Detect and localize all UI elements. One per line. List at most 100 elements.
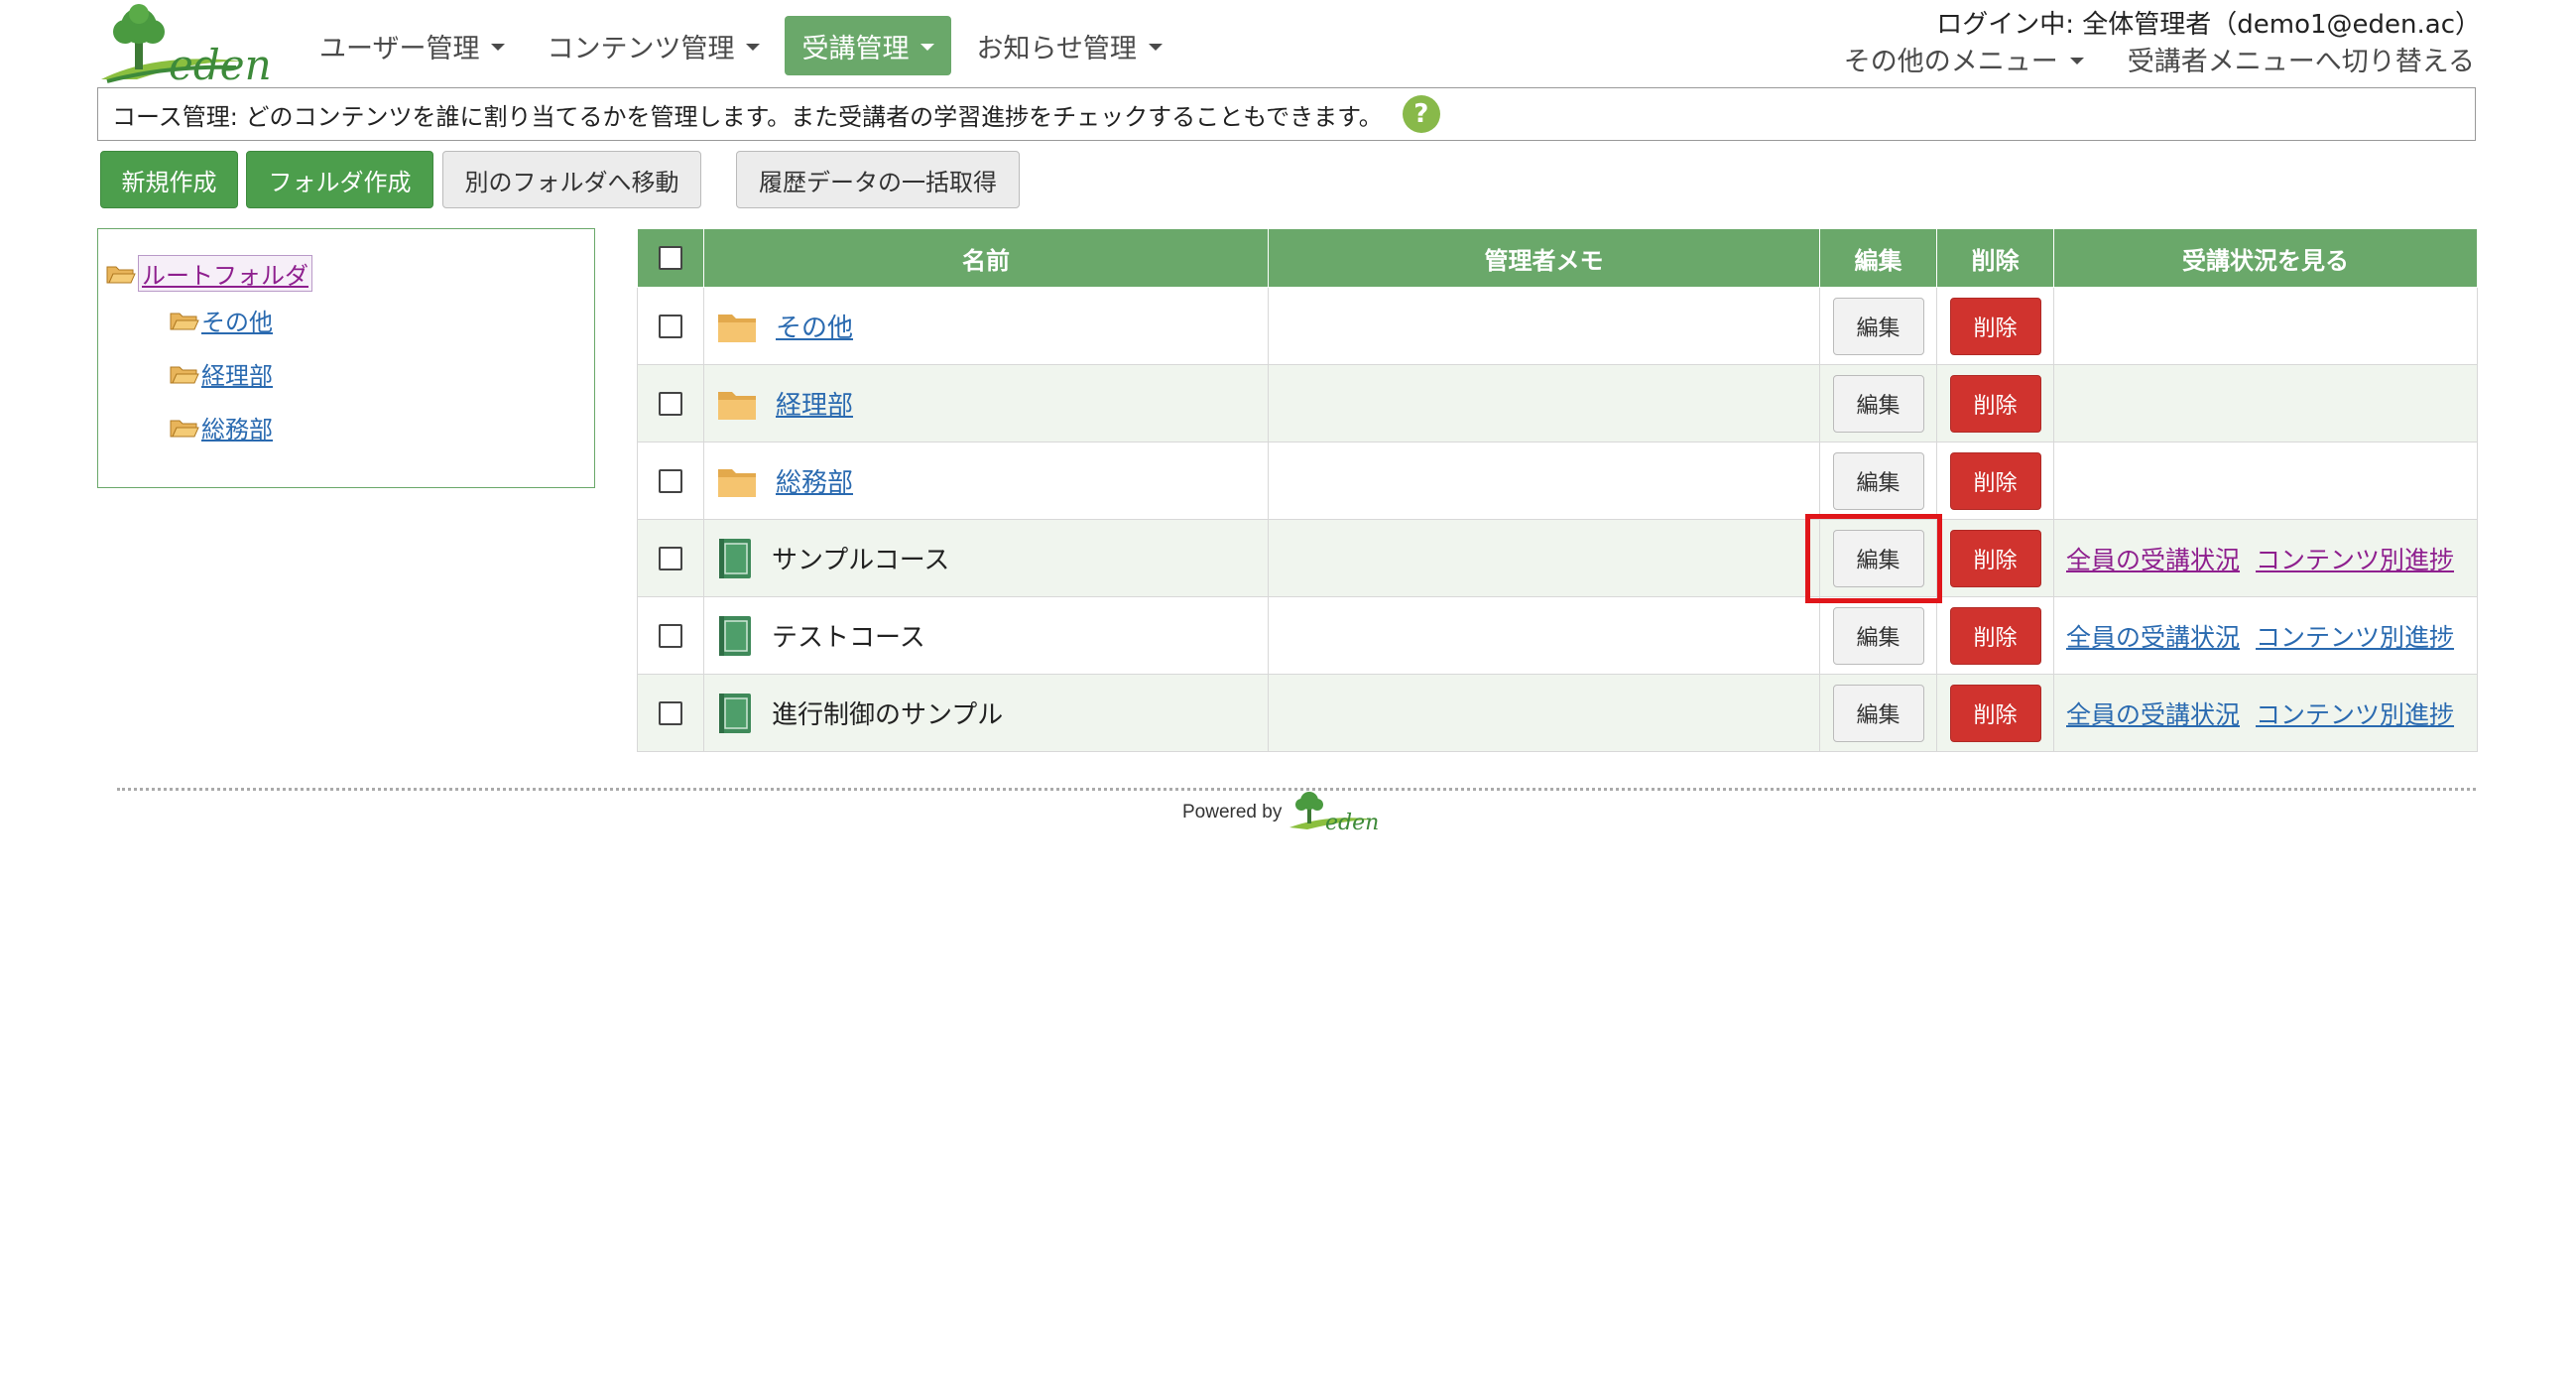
edit-button[interactable]: 編集 <box>1832 606 1924 665</box>
status-cell: 全員の受講状況 コンテンツ別進捗 <box>2053 596 2478 675</box>
tree-item-label[interactable]: 経理部 <box>201 356 273 391</box>
delete-cell: 削除 <box>1936 364 2054 442</box>
tree-item-other[interactable]: その他 <box>170 303 273 337</box>
open-folder-icon <box>170 313 199 329</box>
name-cell: 総務部 <box>703 442 1269 520</box>
memo-cell <box>1268 596 1820 675</box>
row-checkbox[interactable] <box>659 314 682 338</box>
page-description: コース管理: どのコンテンツを誰に割り当てるかを管理します。また受講者の学習進捗… <box>97 87 2476 141</box>
select-cell <box>637 519 704 597</box>
nav-course-management[interactable]: 受講管理 <box>785 16 952 75</box>
new-button[interactable]: 新規作成 <box>100 151 238 208</box>
caret-down-icon <box>920 44 935 51</box>
course-name: テストコース <box>772 623 925 653</box>
tree-item-label[interactable]: その他 <box>201 303 273 337</box>
table-row: 経理部 編集 削除 <box>637 364 2478 442</box>
course-book-icon <box>719 615 751 656</box>
nav-label: 受講管理 <box>801 33 910 64</box>
caret-down-icon <box>746 44 761 51</box>
row-checkbox[interactable] <box>659 546 682 570</box>
edit-button[interactable]: 編集 <box>1832 529 1924 587</box>
other-menu-dropdown[interactable]: その他のメニュー <box>1844 40 2084 78</box>
powered-by: Powered by eden <box>1182 790 1387 835</box>
tree-item-accounting[interactable]: 経理部 <box>170 356 273 391</box>
new-folder-button[interactable]: フォルダ作成 <box>246 151 433 208</box>
edit-cell: 編集 <box>1819 674 1937 752</box>
delete-button[interactable]: 削除 <box>1949 297 2041 355</box>
delete-button[interactable]: 削除 <box>1949 529 2041 587</box>
all-progress-link[interactable]: 全員の受講状況 <box>2066 618 2240 654</box>
nav-label: ユーザー管理 <box>319 33 480 64</box>
status-cell <box>2053 442 2478 520</box>
delete-button[interactable]: 削除 <box>1949 451 2041 510</box>
course-table: 名前 管理者メモ 編集 削除 受講状況を見る その他 編集 削除 経理部 編集 … <box>637 228 2478 752</box>
nav-content-management[interactable]: コンテンツ管理 <box>530 16 777 75</box>
select-all-checkbox[interactable] <box>659 246 682 270</box>
memo-cell <box>1268 674 1820 752</box>
row-checkbox[interactable] <box>659 468 682 493</box>
caret-down-icon <box>491 44 506 51</box>
nav-label: お知らせ管理 <box>976 33 1137 64</box>
table-row: その他 編集 削除 <box>637 287 2478 365</box>
folder-icon <box>718 391 756 420</box>
tree-item-general-affairs[interactable]: 総務部 <box>170 410 273 444</box>
tree-item-root[interactable]: ルートフォルダ <box>106 255 312 292</box>
other-menu-label: その他のメニュー <box>1843 47 2058 77</box>
row-checkbox[interactable] <box>659 700 682 725</box>
tree-item-label[interactable]: 総務部 <box>201 410 273 444</box>
open-folder-icon <box>170 366 199 383</box>
caret-down-icon <box>1148 44 1163 51</box>
select-cell <box>637 442 704 520</box>
status-cell <box>2053 287 2478 365</box>
switch-to-learner-link[interactable]: 受講者メニューへ切り替える <box>2128 40 2475 78</box>
row-checkbox[interactable] <box>659 391 682 416</box>
table-row: テストコース 編集 削除 全員の受講状況 コンテンツ別進捗 <box>637 596 2478 675</box>
delete-cell: 削除 <box>1936 674 2054 752</box>
edit-cell: 編集 <box>1819 519 1937 597</box>
table-row: サンプルコース 編集 削除 全員の受講状況 コンテンツ別進捗 <box>637 519 2478 597</box>
description-text: コース管理: どのコンテンツを誰に割り当てるかを管理します。また受講者の学習進捗… <box>112 102 1383 131</box>
move-folder-button[interactable]: 別のフォルダへ移動 <box>442 151 701 208</box>
folder-link[interactable]: その他 <box>776 308 853 344</box>
column-header-name: 名前 <box>703 228 1269 288</box>
column-header-edit: 編集 <box>1819 228 1937 288</box>
nav-notice-management[interactable]: お知らせ管理 <box>959 16 1178 75</box>
bulk-history-button[interactable]: 履歴データの一括取得 <box>736 151 1020 208</box>
main-nav: ユーザー管理 コンテンツ管理 受講管理 お知らせ管理 <box>303 16 1179 75</box>
folder-link[interactable]: 総務部 <box>776 462 853 499</box>
footer-logo-text: eden <box>1325 811 1379 835</box>
select-cell <box>637 674 704 752</box>
table-row: 進行制御のサンプル 編集 削除 全員の受講状況 コンテンツ別進捗 <box>637 674 2478 752</box>
memo-cell <box>1268 364 1820 442</box>
row-checkbox[interactable] <box>659 623 682 648</box>
caret-down-icon <box>2069 57 2084 64</box>
folder-icon <box>718 468 756 497</box>
content-progress-link[interactable]: コンテンツ別進捗 <box>2256 618 2454 654</box>
delete-button[interactable]: 削除 <box>1949 374 2041 433</box>
all-progress-link[interactable]: 全員の受講状況 <box>2066 541 2240 576</box>
memo-cell <box>1268 287 1820 365</box>
delete-cell: 削除 <box>1936 519 2054 597</box>
eden-logo[interactable]: eden <box>97 2 281 89</box>
delete-button[interactable]: 削除 <box>1949 606 2041 665</box>
all-progress-link[interactable]: 全員の受講状況 <box>2066 695 2240 731</box>
edit-cell: 編集 <box>1819 287 1937 365</box>
name-cell: その他 <box>703 287 1269 365</box>
question-icon[interactable]: ? <box>1402 95 1440 133</box>
edit-button[interactable]: 編集 <box>1832 374 1924 433</box>
tree-item-label[interactable]: ルートフォルダ <box>138 255 312 292</box>
name-cell: 進行制御のサンプル <box>703 674 1269 752</box>
select-all-header <box>637 228 704 288</box>
content-progress-link[interactable]: コンテンツ別進捗 <box>2256 695 2454 731</box>
eden-footer-logo: eden <box>1289 792 1380 835</box>
powered-by-text: Powered by <box>1182 802 1283 822</box>
edit-button[interactable]: 編集 <box>1832 297 1924 355</box>
course-name: サンプルコース <box>772 546 950 575</box>
delete-cell: 削除 <box>1936 442 2054 520</box>
content-progress-link[interactable]: コンテンツ別進捗 <box>2256 541 2454 576</box>
nav-user-management[interactable]: ユーザー管理 <box>303 16 522 75</box>
edit-button[interactable]: 編集 <box>1832 451 1924 510</box>
folder-link[interactable]: 経理部 <box>776 385 853 422</box>
edit-button[interactable]: 編集 <box>1832 684 1924 742</box>
delete-button[interactable]: 削除 <box>1949 684 2041 742</box>
